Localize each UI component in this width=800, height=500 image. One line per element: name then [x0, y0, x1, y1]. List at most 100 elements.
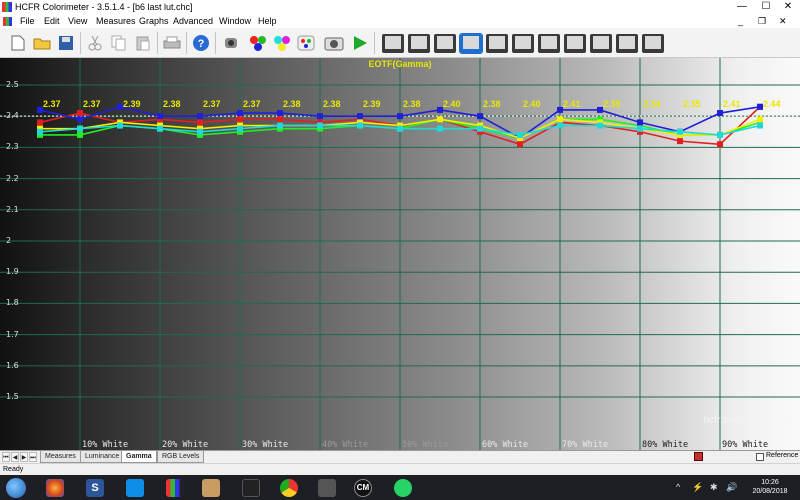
luminance-view-icon[interactable]: [381, 31, 405, 55]
watermark: hcfr.sourceforge.net: [703, 415, 792, 426]
paint-icon[interactable]: [202, 479, 220, 497]
rgb-levels-view-icon[interactable]: [459, 31, 483, 55]
taskbar: S CM ^ ⚡ ✱ 🔊 10:26 20/08/2018: [0, 475, 800, 500]
cut-icon[interactable]: [83, 31, 107, 55]
near-black-view-icon[interactable]: [615, 31, 639, 55]
gamma-graph[interactable]: 2.37 2.37 2.39 2.38 2.37 2.37 2.38 2.38 2.39 2.38…: [0, 58, 800, 450]
bar-chart-icon[interactable]: [166, 479, 184, 497]
data-point-red: [237, 116, 243, 123]
gamma-chart-svg: 2.37 2.37 2.39 2.38 2.37 2.37 2.38 2.38 2.39 2.38…: [0, 58, 800, 450]
print-icon[interactable]: [160, 31, 184, 55]
x-tick-label: 10% White: [82, 440, 129, 450]
menu-help[interactable]: Help: [258, 14, 277, 28]
skype-icon[interactable]: S: [86, 479, 104, 497]
open-icon[interactable]: [30, 31, 54, 55]
delta-e-view-icon[interactable]: [537, 31, 561, 55]
data-point-red: [677, 138, 683, 145]
data-point-cyan: [277, 122, 283, 129]
battery-icon[interactable]: ⚡: [692, 482, 703, 493]
tab-luminance[interactable]: Luminance: [80, 451, 125, 463]
menu-view[interactable]: View: [68, 14, 87, 28]
game-icon[interactable]: [242, 479, 260, 497]
clock[interactable]: 10:26 20/08/2018: [745, 478, 795, 496]
tab-measures[interactable]: Measures: [40, 451, 81, 463]
data-point-yellow: [437, 116, 443, 123]
paste-icon[interactable]: [131, 31, 155, 55]
data-label: 2.37: [43, 99, 61, 109]
cie-chart-view-icon[interactable]: [485, 31, 509, 55]
tray-expand-icon[interactable]: ^: [676, 482, 680, 492]
data-point-cyan: [677, 128, 683, 135]
play-icon[interactable]: [348, 31, 372, 55]
measures-grid-view-icon[interactable]: [641, 31, 665, 55]
tab-first-button[interactable]: ⏮: [2, 452, 10, 462]
app-icon: [2, 2, 12, 12]
saturation-view-icon[interactable]: [563, 31, 587, 55]
gamma-active-view-icon[interactable]: [433, 31, 457, 55]
mdi-close-button[interactable]: ✕: [779, 14, 787, 28]
tab-rgb-levels[interactable]: RGB Levels: [157, 451, 205, 463]
teamviewer-icon[interactable]: [126, 479, 144, 497]
saturation-icon[interactable]: [294, 31, 318, 55]
camera-icon[interactable]: [322, 31, 346, 55]
menu-bar: File Edit View Measures Graphs Advanced …: [0, 14, 800, 28]
close-button[interactable]: ✕: [776, 0, 800, 14]
tab-last-button[interactable]: ⏭: [29, 452, 37, 462]
copy-icon[interactable]: [107, 31, 131, 55]
x-tick-label: 20% White: [162, 440, 209, 450]
data-point-cyan: [197, 128, 203, 135]
help-icon[interactable]: ?: [189, 31, 213, 55]
tab-prev-button[interactable]: ◀: [11, 452, 19, 462]
secondaries-icon[interactable]: [270, 31, 294, 55]
measure-probe-icon[interactable]: [219, 31, 243, 55]
data-point-red: [197, 119, 203, 126]
gamma-view-icon[interactable]: [407, 31, 431, 55]
document-icon[interactable]: [3, 17, 12, 26]
menu-file[interactable]: File: [20, 14, 35, 28]
window-title: HCFR Colorimeter - 3.5.1.4 - [b6 last lu…: [15, 2, 193, 12]
sat-shift-view-icon[interactable]: [589, 31, 613, 55]
data-point-cyan: [357, 122, 363, 129]
data-label: 2.38: [323, 99, 341, 109]
tab-gamma[interactable]: Gamma: [121, 451, 157, 463]
maximize-button[interactable]: ☐: [754, 0, 778, 14]
menu-graphs[interactable]: Graphs: [139, 14, 169, 28]
data-point-cyan: [517, 131, 523, 138]
rgb-primaries-icon[interactable]: [246, 31, 270, 55]
reference-checkbox[interactable]: [756, 453, 764, 461]
calibrite-cm-icon[interactable]: CM: [354, 479, 372, 497]
toolbar-separator: [80, 32, 81, 54]
volume-icon[interactable]: 🔊: [726, 482, 737, 493]
mdi-restore-button[interactable]: ❐: [758, 14, 766, 28]
whatsapp-icon[interactable]: [394, 479, 412, 497]
new-icon[interactable]: [6, 31, 30, 55]
bluetooth-icon[interactable]: ✱: [710, 482, 718, 493]
chrome-icon[interactable]: [280, 479, 298, 497]
x-tick-label: 50% White: [402, 440, 449, 450]
menu-advanced[interactable]: Advanced: [173, 14, 213, 28]
language-flag-icon[interactable]: [694, 452, 703, 461]
y-tick-label: 2.4: [6, 111, 19, 121]
y-tick-label: 2.1: [6, 204, 19, 214]
data-point-blue: [477, 113, 483, 120]
y-tick-label: 1.8: [6, 298, 19, 308]
data-point-cyan: [77, 125, 83, 132]
svg-text:?: ?: [198, 38, 205, 50]
minimize-button[interactable]: —: [730, 0, 754, 14]
mdi-minimize-button[interactable]: _: [738, 14, 743, 28]
menu-window[interactable]: Window: [219, 14, 251, 28]
photo-icon[interactable]: [318, 479, 336, 497]
data-point-blue: [397, 113, 403, 120]
firefox-icon[interactable]: [46, 479, 64, 497]
data-label: 2.37: [243, 99, 261, 109]
save-icon[interactable]: [54, 31, 78, 55]
menu-measures[interactable]: Measures: [96, 14, 136, 28]
x-tick-label: 90% White: [722, 440, 769, 450]
data-point-cyan: [437, 125, 443, 132]
start-button[interactable]: [6, 478, 26, 498]
data-label: 2.39: [123, 99, 141, 109]
menu-edit[interactable]: Edit: [44, 14, 60, 28]
tab-next-button[interactable]: ▶: [20, 452, 28, 462]
color-temp-view-icon[interactable]: [511, 31, 535, 55]
data-label: 2.34: [643, 99, 661, 109]
